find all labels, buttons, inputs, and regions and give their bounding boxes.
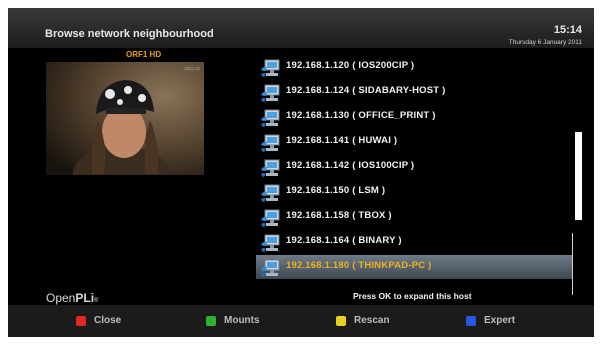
host-list-item[interactable]: 192.168.1.130 ( OFFICE_PRINT ) <box>256 105 572 129</box>
host-label: 192.168.1.130 ( OFFICE_PRINT ) <box>286 110 436 121</box>
host-list-item[interactable]: 192.168.1.180 ( THINKPAD-PC ) <box>256 255 572 279</box>
scrollbar[interactable] <box>575 132 582 220</box>
tv-screen: Browse network neighbourhood 15:14 Thurs… <box>8 8 594 337</box>
network-computer-icon <box>260 58 282 78</box>
blue-key-icon <box>466 316 476 326</box>
hd-badge-icon: ▭▭ ▭ <box>184 66 200 72</box>
host-label: 192.168.1.142 ( IOS100CIP ) <box>286 160 415 171</box>
host-label: 192.168.1.120 ( IOS200CIP ) <box>286 60 415 71</box>
mounts-label: Mounts <box>224 315 260 326</box>
network-computer-icon <box>260 83 282 103</box>
network-computer-icon <box>260 233 282 253</box>
host-list-item[interactable]: 192.168.1.164 ( BINARY ) <box>256 230 572 254</box>
host-label: 192.168.1.158 ( TBOX ) <box>286 210 392 221</box>
network-computer-icon <box>260 208 282 228</box>
host-label: 192.168.1.124 ( SIDABARY-HOST ) <box>286 85 446 96</box>
yellow-key-icon <box>336 316 346 326</box>
host-label: 192.168.1.180 ( THINKPAD-PC ) <box>286 260 432 271</box>
network-computer-icon <box>260 183 282 203</box>
header-bar: Browse network neighbourhood 15:14 Thurs… <box>8 8 594 48</box>
host-list-item[interactable]: 192.168.1.158 ( TBOX ) <box>256 205 572 229</box>
footer-bar: Close Mounts Rescan Expert <box>8 305 594 337</box>
red-key-icon <box>76 316 86 326</box>
host-list-item[interactable]: 192.168.1.141 ( HUWAI ) <box>256 130 572 154</box>
network-computer-icon <box>260 133 282 153</box>
clock-time: 15:14 <box>553 24 582 36</box>
host-list-item[interactable]: 192.168.1.120 ( IOS200CIP ) <box>256 55 572 79</box>
network-computer-icon <box>260 258 282 278</box>
openpli-logo: OpenPLi® <box>46 291 99 305</box>
divider <box>572 233 573 295</box>
host-list-item[interactable]: 192.168.1.150 ( LSM ) <box>256 180 572 204</box>
network-computer-icon <box>260 108 282 128</box>
host-list-item[interactable]: 192.168.1.124 ( SIDABARY-HOST ) <box>256 80 572 104</box>
video-preview: ▭▭ ▭ <box>46 62 204 175</box>
rescan-label: Rescan <box>354 315 390 326</box>
green-key-icon <box>206 316 216 326</box>
host-label: 192.168.1.150 ( LSM ) <box>286 185 386 196</box>
expert-label: Expert <box>484 315 516 326</box>
status-hint: Press OK to expand this host <box>353 291 472 301</box>
channel-name: ORF1 HD <box>126 50 162 59</box>
page-title: Browse network neighbourhood <box>45 28 214 40</box>
clock-date: Thursday 6 January 2011 <box>508 39 582 46</box>
host-list-item[interactable]: 192.168.1.142 ( IOS100CIP ) <box>256 155 572 179</box>
video-frame-image <box>46 62 204 175</box>
close-label: Close <box>94 315 122 326</box>
host-label: 192.168.1.164 ( BINARY ) <box>286 235 402 246</box>
host-list[interactable]: 192.168.1.120 ( IOS200CIP ) 192.168.1.124… <box>256 54 572 287</box>
host-label: 192.168.1.141 ( HUWAI ) <box>286 135 398 146</box>
network-computer-icon <box>260 158 282 178</box>
